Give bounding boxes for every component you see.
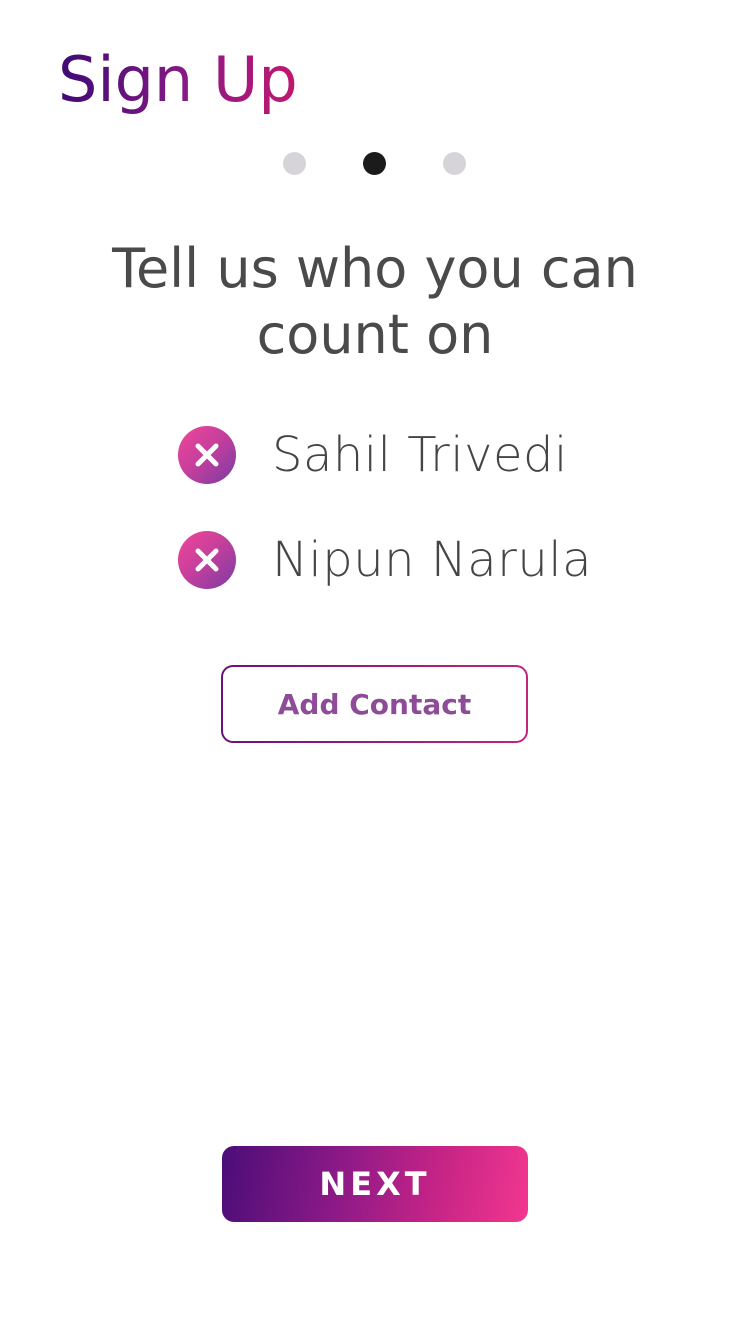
step-dot-1 xyxy=(283,152,306,175)
page-title: Sign Up xyxy=(58,43,298,116)
remove-contact-button[interactable] xyxy=(178,531,236,589)
remove-contact-button[interactable] xyxy=(178,426,236,484)
step-dot-3 xyxy=(443,152,466,175)
step-dot-2-active xyxy=(363,152,386,175)
contact-item: Sahil Trivedi xyxy=(178,425,568,485)
next-button[interactable]: NEXT xyxy=(222,1146,528,1222)
step-indicator xyxy=(0,152,750,176)
close-icon xyxy=(195,443,219,467)
contact-name: Sahil Trivedi xyxy=(272,427,568,483)
close-icon xyxy=(195,548,219,572)
add-contact-label: Add Contact xyxy=(223,667,526,741)
contact-item: Nipun Narula xyxy=(178,530,592,590)
screen-heading: Tell us who you can count on xyxy=(112,237,638,366)
contact-name: Nipun Narula xyxy=(272,532,593,588)
add-contact-button[interactable]: Add Contact xyxy=(221,665,528,743)
